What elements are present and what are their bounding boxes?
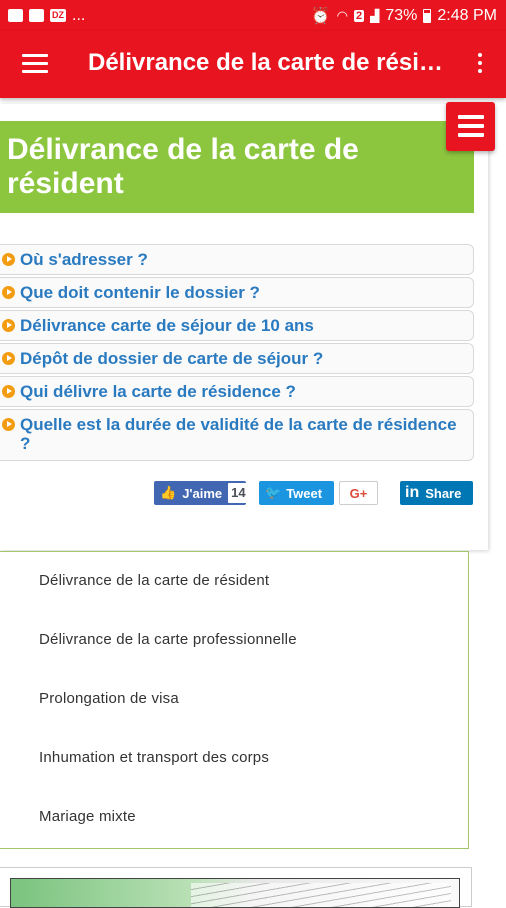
- status-bar: DZ ... ⏰ ◠ 2 ▟ 73% 2:48 PM: [0, 0, 506, 31]
- tweet-label: Tweet: [286, 485, 323, 501]
- google-plus-label: G+: [349, 485, 368, 501]
- question-item[interactable]: Dépôt de dossier de carte de séjour ?: [0, 343, 474, 374]
- dz-icon: DZ: [50, 9, 66, 22]
- document-image[interactable]: [10, 878, 460, 908]
- arrow-circle-icon: [2, 352, 15, 365]
- facebook-like-label: J'aime: [182, 485, 223, 501]
- clock: 2:48 PM: [437, 6, 497, 24]
- question-label: Quelle est la durée de validité de la ca…: [20, 415, 457, 453]
- app-bar-title: Délivrance de la carte de résid…: [88, 49, 448, 76]
- question-label: Délivrance carte de séjour de 10 ans: [20, 316, 314, 335]
- more-notifications: ...: [72, 6, 86, 24]
- question-item[interactable]: Où s'adresser ?: [0, 244, 474, 275]
- alarm-icon: ⏰: [310, 7, 331, 25]
- question-item[interactable]: Délivrance carte de séjour de 10 ans: [0, 310, 474, 341]
- form-document-illustration: [191, 883, 451, 907]
- question-item[interactable]: Qui délivre la carte de résidence ?: [0, 376, 474, 407]
- related-link[interactable]: Mariage mixte: [39, 808, 136, 825]
- arrow-circle-icon: [2, 385, 15, 398]
- thumbs-up-icon: 👍: [160, 485, 177, 500]
- overflow-menu-icon[interactable]: [474, 53, 486, 77]
- question-item[interactable]: Quelle est la durée de validité de la ca…: [0, 409, 474, 461]
- wifi-icon: ◠: [336, 7, 349, 23]
- question-item[interactable]: Que doit contenir le dossier ?: [0, 277, 474, 308]
- message-icon: [29, 9, 44, 22]
- question-label: Qui délivre la carte de résidence ?: [20, 382, 296, 401]
- arrow-circle-icon: [2, 253, 15, 266]
- hamburger-menu-icon[interactable]: [22, 54, 48, 74]
- linkedin-share-button[interactable]: in Share: [400, 481, 473, 505]
- related-link[interactable]: Délivrance de la carte de résident: [39, 572, 269, 589]
- question-label: Que doit contenir le dossier ?: [20, 283, 260, 302]
- linkedin-share-label: Share: [425, 485, 462, 501]
- google-plus-button[interactable]: G+: [339, 481, 378, 505]
- related-link[interactable]: Inhumation et transport des corps: [39, 749, 269, 766]
- arrow-circle-icon: [2, 418, 15, 431]
- related-link[interactable]: Prolongation de visa: [39, 690, 179, 707]
- battery-icon: [423, 8, 432, 23]
- linkedin-icon: in: [405, 484, 420, 501]
- battery-percent: 73%: [385, 6, 418, 24]
- floating-menu-button[interactable]: [446, 102, 495, 151]
- signal-icon: ▟: [370, 8, 380, 23]
- image-icon: [8, 9, 23, 22]
- app-bar: Délivrance de la carte de résid…: [0, 31, 506, 98]
- sim-icon: 2: [354, 9, 365, 22]
- related-link[interactable]: Délivrance de la carte professionnelle: [39, 631, 297, 648]
- facebook-like-button[interactable]: 👍 J'aime 14: [154, 481, 249, 505]
- twitter-bird-icon: 🐦: [265, 485, 282, 500]
- question-label: Où s'adresser ?: [20, 250, 148, 269]
- arrow-circle-icon: [2, 319, 15, 332]
- arrow-circle-icon: [2, 286, 15, 299]
- tweet-button[interactable]: 🐦 Tweet: [259, 481, 334, 505]
- like-count: 14: [228, 483, 249, 503]
- question-label: Dépôt de dossier de carte de séjour ?: [20, 349, 324, 368]
- page-title: Délivrance de la carte de résident: [0, 121, 474, 213]
